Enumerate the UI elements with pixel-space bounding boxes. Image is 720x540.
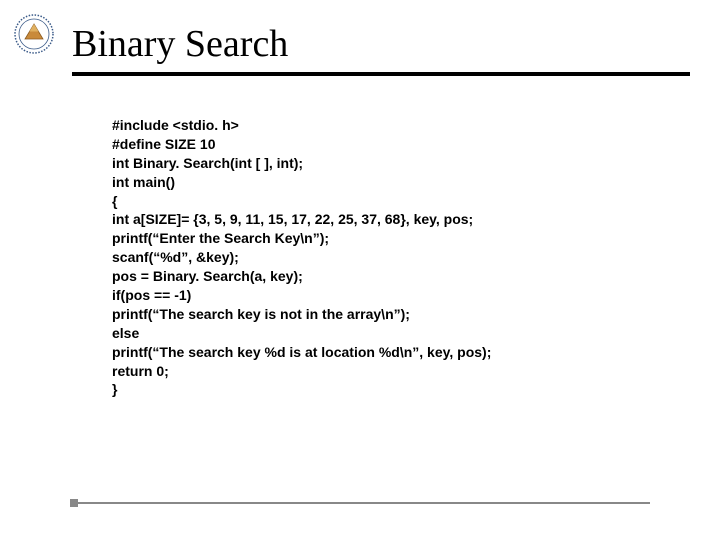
- institution-logo: [14, 14, 54, 54]
- title-underline: [72, 72, 690, 76]
- slide-title: Binary Search: [72, 22, 288, 66]
- footer-decoration: [70, 502, 650, 504]
- code-block: #include <stdio. h> #define SIZE 10 int …: [112, 116, 491, 399]
